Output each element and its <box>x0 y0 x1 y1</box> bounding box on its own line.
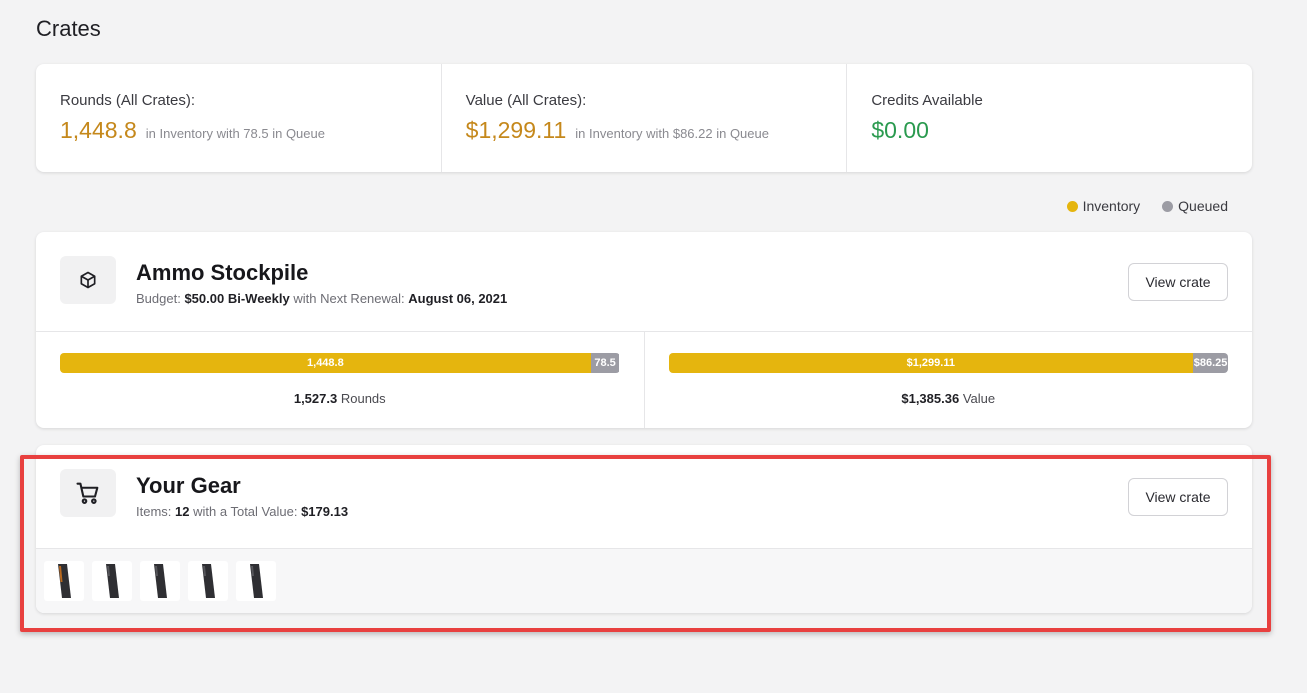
stat-rounds-value: 1,448.8 <box>60 117 137 143</box>
page-title: Crates <box>36 16 101 41</box>
magazine-image-icon <box>250 564 263 598</box>
stat-credits-value: $0.00 <box>871 117 929 143</box>
value-inventory-segment: $1,299.11 <box>668 353 1194 373</box>
rounds-inventory-segment: 1,448.8 <box>60 353 591 373</box>
value-progress-cell: $1,299.11 $86.25 $1,385.36 Value <box>645 332 1253 428</box>
value-queued-segment: $86.25 <box>1193 353 1228 373</box>
gear-thumbnail-strip <box>36 549 1252 613</box>
total-value: $179.13 <box>301 504 349 519</box>
magazine-image-icon <box>154 564 167 598</box>
rounds-total-unit: Rounds <box>340 391 386 406</box>
stat-value-sub: in Inventory with $86.22 in Queue <box>575 126 769 141</box>
gear-thumbnail[interactable] <box>236 561 276 601</box>
gear-thumbnail[interactable] <box>92 561 132 601</box>
legend-dot-queued-icon <box>1162 200 1174 212</box>
crate-icon-box <box>60 469 116 517</box>
legend-label-queued: Queued <box>1178 198 1228 214</box>
box-icon <box>80 271 96 289</box>
crate-budget-info: Budget: $50.00 Bi-Weekly with Next Renew… <box>136 291 507 306</box>
stat-value-label: Value (All Crates): <box>465 92 587 109</box>
magazine-image-icon <box>58 564 71 598</box>
stat-value: Value (All Crates): $1,299.11 in Invento… <box>442 64 848 172</box>
rounds-total-caption: 1,527.3 Rounds <box>60 391 620 406</box>
summary-stats-card: Rounds (All Crates): 1,448.8 in Inventor… <box>36 64 1252 172</box>
items-label: Items: <box>136 504 172 519</box>
legend-label-inventory: Inventory <box>1082 198 1141 214</box>
rounds-queued-segment: 78.5 <box>590 353 620 373</box>
chart-legend: Inventory Queued <box>1066 198 1228 214</box>
crate-card-ammo-stockpile: Ammo Stockpile Budget: $50.00 Bi-Weekly … <box>36 232 1252 428</box>
value-total-value: $1,385.36 <box>901 391 960 406</box>
gear-thumbnail[interactable] <box>188 561 228 601</box>
items-value: 12 <box>175 504 190 519</box>
crate-header: Your Gear Items: 12 with a Total Value: … <box>36 445 1252 549</box>
stat-rounds: Rounds (All Crates): 1,448.8 in Inventor… <box>36 64 442 172</box>
stat-credits: Credits Available $0.00 <box>847 64 1252 172</box>
value-total-caption: $1,385.36 Value <box>669 391 1229 406</box>
stat-credits-label: Credits Available <box>871 92 983 109</box>
budget-value: $50.00 Bi-Weekly <box>184 291 290 306</box>
crate-items-info: Items: 12 with a Total Value: $179.13 <box>136 504 348 519</box>
crate-header: Ammo Stockpile Budget: $50.00 Bi-Weekly … <box>36 232 1252 332</box>
renewal-value: August 06, 2021 <box>408 291 508 306</box>
legend-dot-inventory-icon <box>1066 200 1078 212</box>
crate-icon-box <box>60 256 116 304</box>
budget-label: Budget: <box>136 291 181 306</box>
legend-item-queued: Queued <box>1162 198 1228 214</box>
value-total-unit: Value <box>962 391 996 406</box>
total-value-label: with a Total Value: <box>193 504 298 519</box>
gear-thumbnail[interactable] <box>140 561 180 601</box>
cart-icon <box>76 482 99 504</box>
rounds-progress-bar: 1,448.8 78.5 <box>60 353 620 373</box>
magazine-image-icon <box>202 564 215 598</box>
crate-title: Your Gear <box>136 473 241 498</box>
stat-value-value: $1,299.11 <box>465 117 567 143</box>
rounds-progress-cell: 1,448.8 78.5 1,527.3 Rounds <box>36 332 645 428</box>
crate-progress-row: 1,448.8 78.5 1,527.3 Rounds $1,299.11 $8… <box>36 332 1252 428</box>
crate-title: Ammo Stockpile <box>136 260 309 285</box>
value-progress-bar: $1,299.11 $86.25 <box>668 353 1229 373</box>
renewal-label: with Next Renewal: <box>293 291 405 306</box>
magazine-image-icon <box>106 564 119 598</box>
stat-rounds-sub: in Inventory with 78.5 in Queue <box>145 126 325 141</box>
crate-card-your-gear: Your Gear Items: 12 with a Total Value: … <box>36 445 1252 613</box>
legend-item-inventory: Inventory <box>1066 198 1141 214</box>
stat-rounds-label: Rounds (All Crates): <box>60 92 196 109</box>
gear-thumbnail[interactable] <box>44 561 84 601</box>
view-crate-button[interactable]: View crate <box>1128 263 1228 301</box>
view-crate-button[interactable]: View crate <box>1128 478 1228 516</box>
rounds-total-value: 1,527.3 <box>293 391 338 406</box>
